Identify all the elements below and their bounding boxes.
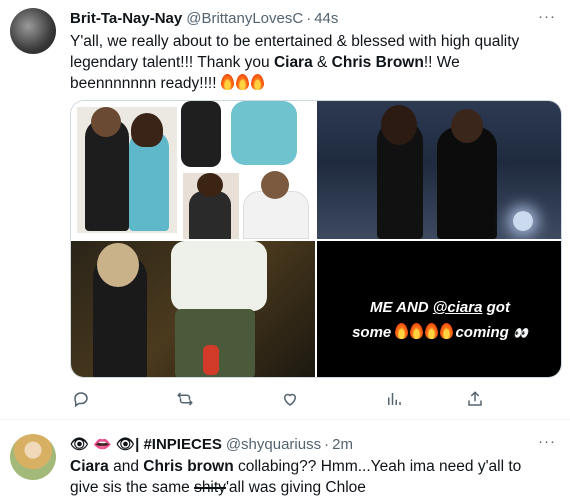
timestamp[interactable]: 2m — [332, 436, 353, 453]
photo-collage[interactable] — [71, 101, 315, 239]
tweet-text: Ciara and Chris brown collabing?? Hmm...… — [70, 456, 550, 498]
dance-photo[interactable] — [71, 241, 315, 377]
timestamp[interactable]: 44s — [314, 10, 338, 27]
dancer-head — [97, 243, 139, 287]
mention-ciara[interactable]: Ciara — [274, 54, 313, 71]
mention-chris-brown[interactable]: Chris brown — [143, 458, 233, 475]
person-head — [91, 107, 121, 137]
separator-dot: · — [306, 10, 312, 27]
tweet[interactable]: Brit-Ta-Nay-Nay @BrittanyLovesC · 44s ··… — [0, 0, 570, 420]
action-bar — [70, 388, 550, 410]
person-figure — [181, 101, 221, 167]
display-name[interactable]: Brit-Ta-Nay-Nay — [70, 10, 182, 27]
caption-text: got — [482, 299, 510, 316]
display-name[interactable]: 👁 👄 👁| #INPIECES — [70, 435, 222, 453]
mention-chris-brown[interactable]: Chris Brown — [332, 54, 424, 71]
caption-text: ME AND — [370, 299, 433, 316]
person-figure — [231, 101, 297, 165]
like-icon[interactable] — [279, 388, 301, 410]
fire-emoji-icon — [235, 74, 249, 90]
tweet[interactable]: 👁 👄 👁| #INPIECES @shyquariuss · 2m ··· C… — [0, 421, 570, 498]
share-icon[interactable] — [464, 388, 486, 410]
struck-text: shity — [194, 479, 226, 496]
performer-head — [451, 109, 483, 143]
person-head — [131, 113, 163, 147]
fire-emoji-icon — [440, 323, 454, 339]
person-head — [197, 173, 223, 197]
tweet-header: Brit-Ta-Nay-Nay @BrittanyLovesC · 44s — [70, 10, 338, 27]
fire-emoji-icon — [410, 323, 424, 339]
fire-emoji-icon — [425, 323, 439, 339]
mention-ciara[interactable]: Ciara — [70, 458, 109, 475]
text-segment: & — [312, 54, 332, 71]
eyes-emoji-icon: 👀 — [512, 326, 528, 340]
fire-emoji-icon — [220, 74, 234, 90]
performance-photo[interactable] — [317, 101, 561, 239]
caption-text: some — [352, 324, 396, 341]
person-head — [261, 171, 289, 199]
caption-line: ME AND @ciara got — [317, 299, 561, 316]
media-grid[interactable]: ME AND @ciara got some coming 👀 — [70, 100, 562, 378]
stage-light — [513, 211, 533, 231]
tweet-header: 👁 👄 👁| #INPIECES @shyquariuss · 2m — [70, 435, 353, 453]
dancer-figure — [171, 241, 267, 311]
more-options-icon[interactable]: ··· — [538, 8, 556, 25]
retweet-icon[interactable] — [174, 388, 196, 410]
caption-text: coming — [455, 324, 513, 341]
caption-mention: @ciara — [432, 299, 483, 316]
more-options-icon[interactable]: ··· — [538, 433, 556, 450]
caption-card[interactable]: ME AND @ciara got some coming 👀 — [317, 241, 561, 377]
performer-head — [381, 105, 417, 145]
caption-line: some coming 👀 — [317, 323, 561, 341]
views-icon[interactable] — [383, 388, 405, 410]
fire-emoji-icon — [250, 74, 264, 90]
tweet-text: Y'all, we really about to be entertained… — [70, 31, 550, 94]
red-accent — [203, 345, 219, 375]
fire-emoji-icon — [395, 323, 409, 339]
person-figure — [189, 191, 231, 239]
reply-icon[interactable] — [70, 388, 92, 410]
user-handle[interactable]: @BrittanyLovesC — [186, 10, 303, 27]
avatar[interactable] — [10, 434, 56, 480]
user-handle[interactable]: @shyquariuss — [226, 436, 321, 453]
avatar[interactable] — [10, 8, 56, 54]
text-segment: 'all was giving Chloe — [225, 479, 366, 496]
text-segment: and — [108, 458, 144, 475]
performer-figure — [437, 127, 497, 239]
separator-dot: · — [324, 436, 330, 453]
